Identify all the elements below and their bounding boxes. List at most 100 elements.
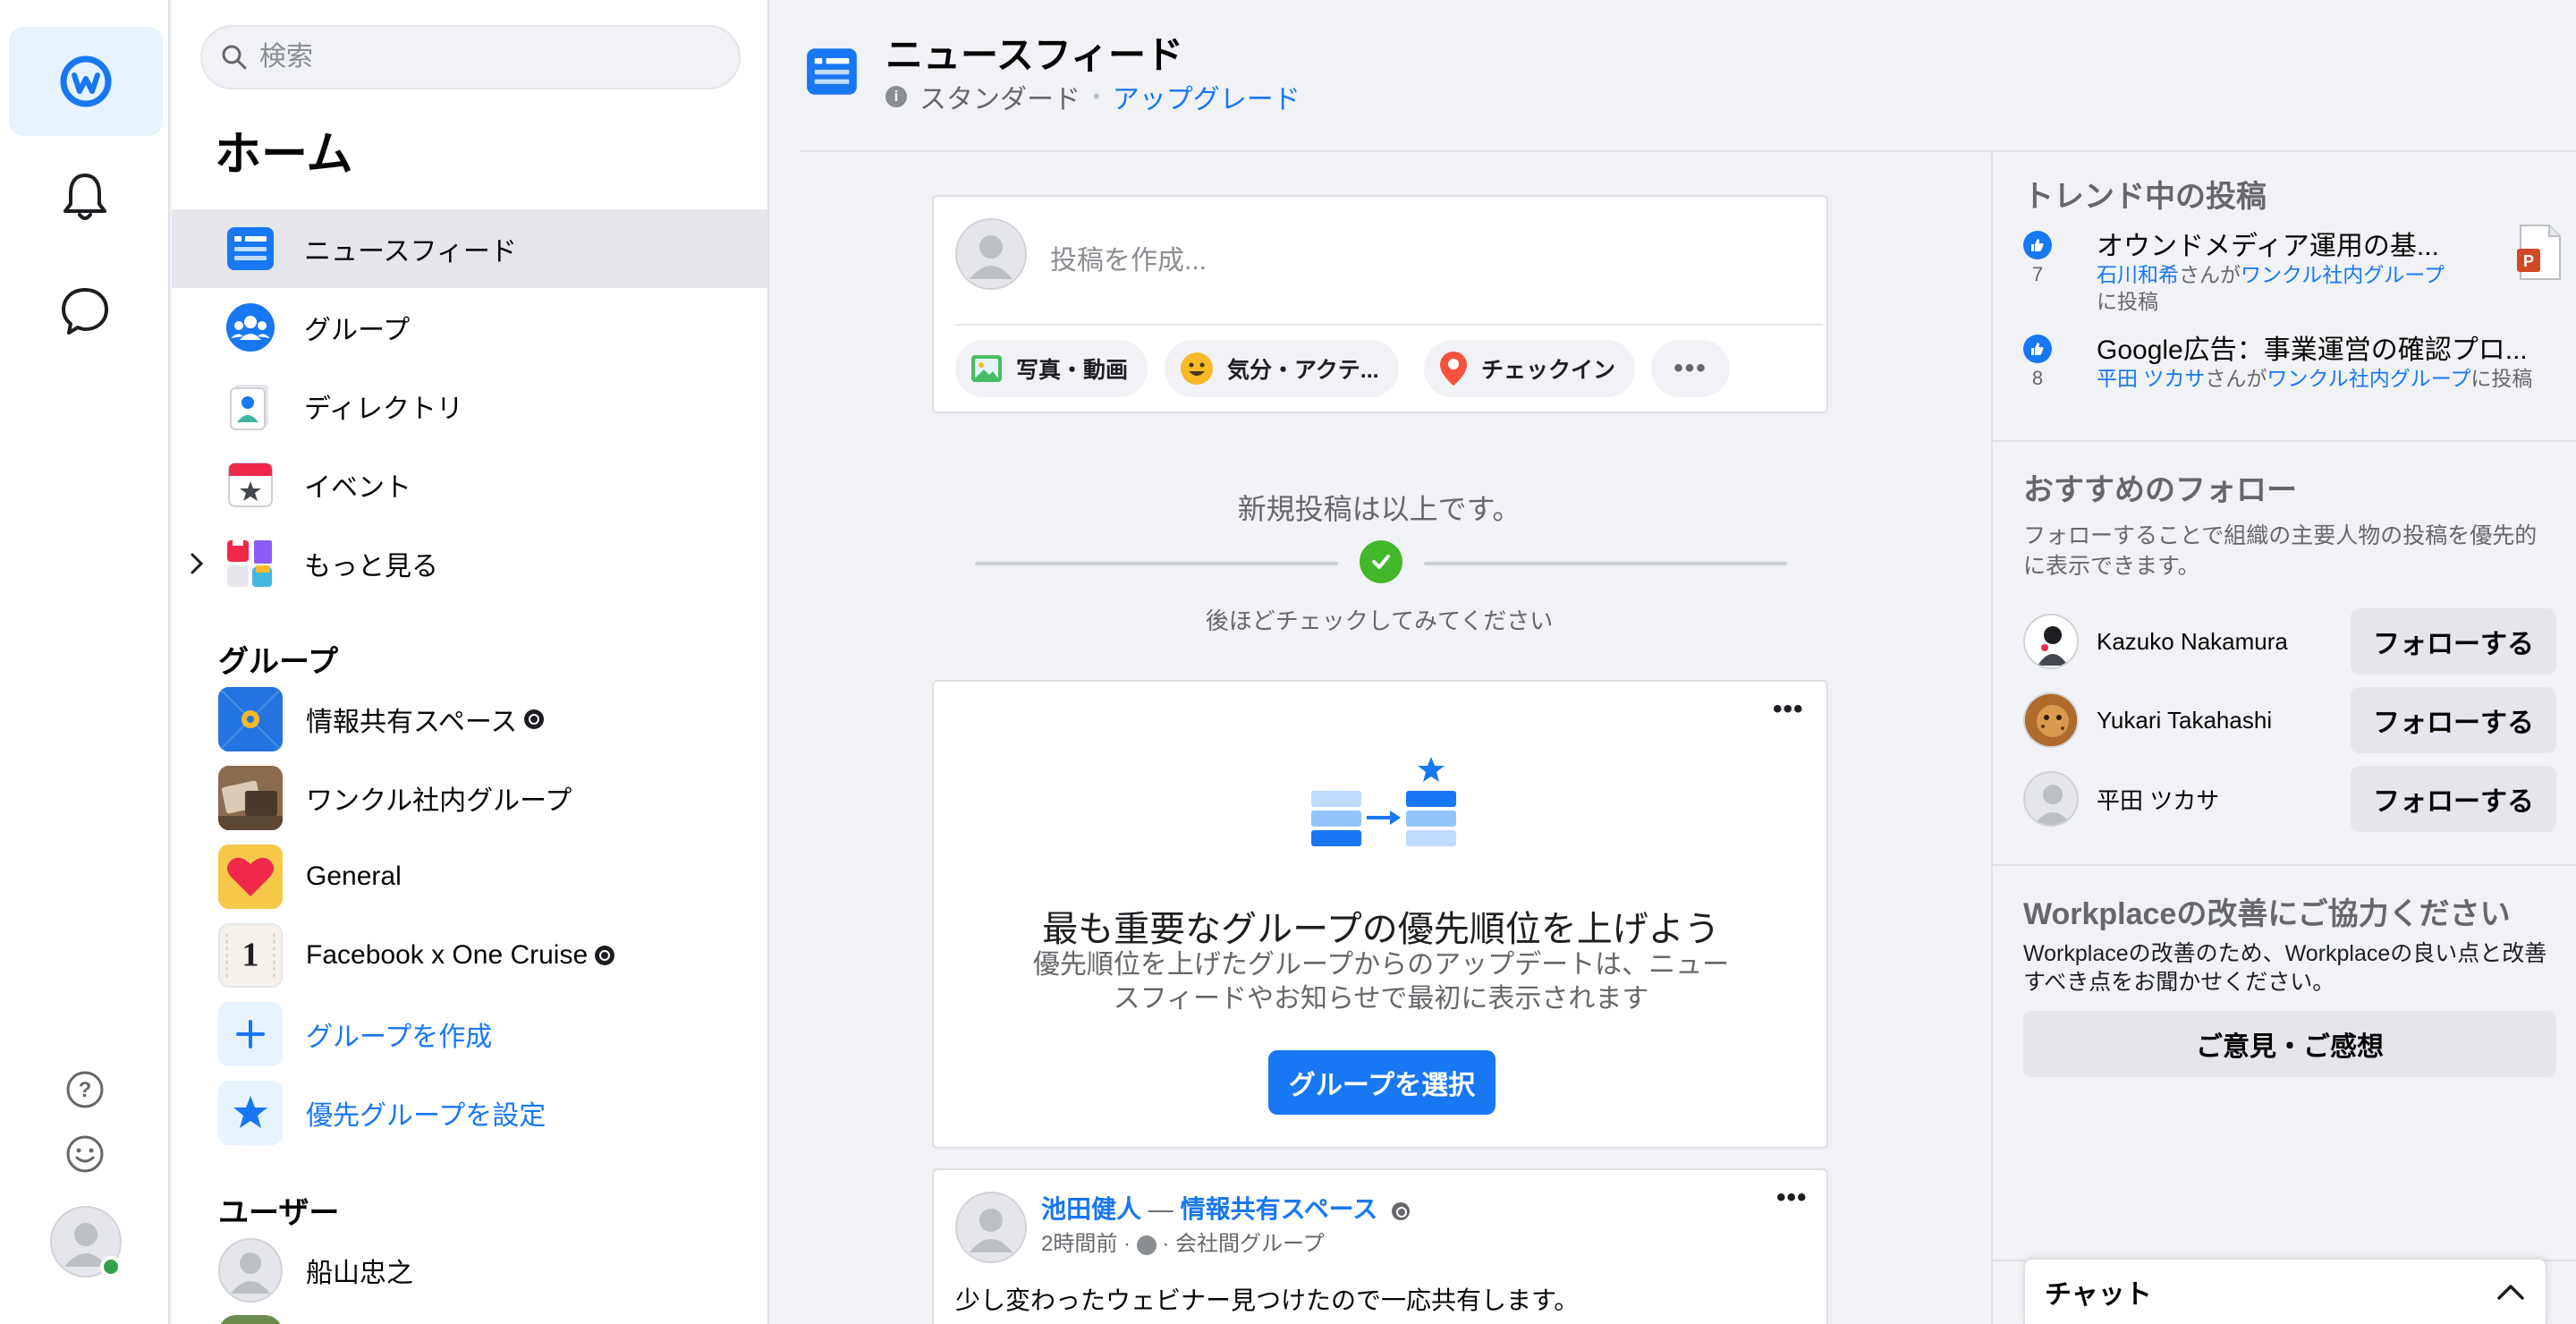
composer-avatar — [955, 218, 1027, 290]
group-thumbnail: 1 — [218, 923, 283, 988]
priority-illustration-icon — [1311, 757, 1456, 846]
follow-button[interactable]: フォローする — [2351, 608, 2556, 675]
post-author-avatar[interactable] — [955, 1192, 1027, 1263]
priority-card-description: 優先順位を上げたグループからのアップデートは、ニュースフィードやお知らせで最初に… — [1032, 950, 1730, 1014]
suggested-description: フォローすることで組織の主要人物の投稿を優先的に表示できます。 — [2023, 523, 2538, 579]
post-time[interactable]: 2時間前 — [1041, 1232, 1117, 1256]
set-priority-label: 優先グループを設定 — [306, 1101, 547, 1131]
person-avatar[interactable] — [2023, 614, 2079, 669]
post-author-link[interactable]: 池田健人 — [1041, 1195, 1141, 1223]
trending-like-count: 8 — [2031, 367, 2044, 389]
follow-button[interactable]: フォローする — [2351, 687, 2556, 753]
person-name[interactable]: Kazuko Nakamura — [2097, 628, 2351, 656]
nav-item-directory[interactable]: ディレクトリ — [172, 367, 767, 446]
post-menu-icon[interactable]: ••• — [1776, 1183, 1808, 1213]
plus-icon — [218, 1002, 283, 1066]
caught-up-line-right — [1424, 562, 1787, 565]
trending-item[interactable]: 7 オウンドメディア運用の基... 石川和希さんがワンクル社内グループ に投稿 P — [2023, 224, 2561, 315]
priority-groups-card: ••• 最も重要なグループの優先順位を上げよう 優先順位を上げたグループからのア… — [932, 680, 1828, 1149]
feedback-button[interactable]: ご意見・ご感想 — [2023, 1011, 2556, 1077]
suggested-title: おすすめのフォロー — [2023, 473, 2297, 507]
checkin-button[interactable]: チェックイン — [1424, 340, 1636, 397]
workplace-logo-icon[interactable] — [9, 27, 163, 136]
composer-input[interactable]: 投稿を作成... — [1050, 238, 1207, 277]
trending-like-count: 7 — [2031, 263, 2044, 285]
set-priority-groups-link[interactable]: 優先グループを設定 — [218, 1077, 546, 1149]
feedback-smile-icon[interactable] — [36, 1118, 134, 1190]
group-item-info-share[interactable]: 情報共有スペース — [218, 683, 545, 755]
photo-video-button[interactable]: 写真・動画 — [955, 340, 1148, 397]
chevron-up-icon[interactable] — [2496, 1282, 2526, 1302]
post-meta: 2時間前 · · 会社間グループ — [1041, 1232, 1325, 1256]
person-name[interactable]: 平田 ツカサ — [2097, 783, 2351, 816]
feed-post: 池田健人 — 情報共有スペース 2時間前 · · 会社間グループ ••• 少し変… — [932, 1168, 1828, 1324]
nav-item-label: グループ — [304, 316, 411, 345]
upgrade-link[interactable]: アップグレード — [1113, 77, 1301, 116]
nav-item-label: ディレクトリ — [304, 395, 463, 424]
trending-user-link[interactable]: 石川和希 — [2097, 263, 2179, 286]
card-menu-icon[interactable]: ••• — [1773, 694, 1804, 725]
public-globe-icon — [524, 709, 545, 729]
svg-text:P: P — [2523, 252, 2534, 270]
feeling-activity-button[interactable]: 気分・アクテ... — [1165, 340, 1399, 397]
help-icon[interactable]: ? — [36, 1054, 134, 1125]
right-column: トレンド中の投稿 7 オウンドメディア運用の基... 石川和希さんがワンクル社内… — [1991, 152, 2576, 1324]
trending-post-meta: 平田 ツカサさんがワンクル社内グループに投稿 — [2097, 365, 2535, 392]
more-apps-icon — [224, 537, 277, 590]
chat-bar[interactable]: チャット — [2023, 1258, 2547, 1324]
star-icon — [218, 1081, 283, 1145]
search-box[interactable] — [200, 25, 741, 89]
online-status-dot — [100, 1256, 122, 1277]
trending-group-link[interactable]: ワンクル社内グループ — [2241, 263, 2445, 286]
nav-item-label: もっと見る — [304, 552, 438, 581]
location-pin-icon — [1440, 352, 1467, 386]
groups-icon — [224, 301, 277, 354]
public-globe-icon — [1392, 1201, 1411, 1220]
caught-up-title: 新規投稿は以上です。 — [1237, 493, 1521, 525]
user-item[interactable]: 船山忠之 — [218, 1235, 413, 1306]
trending-item[interactable]: 8 Google広告：事業運営の確認プロ... 平田 ツカサさんがワンクル社内グ… — [2023, 327, 2560, 426]
photo-icon — [971, 355, 1002, 382]
plan-label: スタンダード — [919, 85, 1080, 115]
nav-item-newsfeed[interactable]: ニュースフィード — [172, 209, 767, 288]
group-item-general[interactable]: General — [218, 841, 402, 912]
person-avatar[interactable] — [2023, 771, 2079, 827]
person-name[interactable]: Yukari Takahashi — [2097, 707, 2351, 734]
select-groups-button[interactable]: グループを選択 — [1268, 1050, 1496, 1115]
suggested-follows-section: おすすめのフォロー フォローすることで組織の主要人物の投稿を優先的に表示できます… — [1993, 442, 2576, 866]
nav-item-groups[interactable]: グループ — [172, 288, 767, 367]
create-group-link[interactable]: グループを作成 — [218, 998, 492, 1070]
trending-user-link[interactable]: 平田 ツカサ — [2097, 367, 2205, 390]
checkmark-icon — [1360, 540, 1402, 583]
follow-button[interactable]: フォローする — [2351, 766, 2556, 832]
person-avatar[interactable] — [2023, 692, 2079, 748]
search-input[interactable] — [259, 42, 724, 72]
follow-row: Kazuko Nakamura フォローする — [2023, 608, 2556, 675]
post-header: 池田健人 — 情報共有スペース — [1041, 1190, 1411, 1226]
like-icon — [2023, 335, 2052, 363]
priority-card-title: 最も重要なグループの優先順位を上げよう — [1042, 910, 1720, 949]
more-dots-icon: ••• — [1674, 353, 1707, 383]
group-item-wankuru[interactable]: ワンクル社内グループ — [218, 762, 572, 834]
chat-bubble-icon[interactable] — [36, 276, 134, 347]
trending-group-link[interactable]: ワンクル社内グループ — [2267, 367, 2470, 390]
post-composer: 投稿を作成... 写真・動画 気分・アクテ... チェックイン ••• — [932, 195, 1828, 413]
group-item-facebook-one-cruise[interactable]: 1 Facebook x One Cruise — [218, 920, 615, 991]
trending-post-meta: 石川和希さんがワンクル社内グループ に投稿 — [2097, 261, 2535, 315]
nav-item-events[interactable]: イベント — [172, 446, 767, 524]
newsfeed-header-icon — [805, 45, 859, 103]
trending-meta-text: さんが — [2205, 367, 2267, 390]
nav-item-more[interactable]: もっと見る — [172, 524, 767, 603]
caught-up-subtitle: 後ほどチェックしてみてください — [1205, 607, 1554, 634]
post-body: 少し変わったウェビナー見つけたので一応共有します。 — [955, 1286, 1580, 1314]
trending-post-title: Google広告：事業運営の確認プロ... — [2097, 335, 2528, 365]
group-thumbnail — [218, 687, 283, 751]
post-group-link[interactable]: 情報共有スペース — [1181, 1195, 1378, 1223]
trending-post-title: オウンドメディア運用の基... — [2097, 232, 2439, 261]
search-icon — [222, 45, 247, 70]
caught-up-line-left — [975, 562, 1338, 565]
more-options-button[interactable]: ••• — [1651, 340, 1730, 397]
follow-row: 平田 ツカサ フォローする — [2023, 766, 2556, 832]
notifications-bell-icon[interactable] — [36, 161, 134, 233]
home-heading: ホーム — [215, 129, 353, 181]
